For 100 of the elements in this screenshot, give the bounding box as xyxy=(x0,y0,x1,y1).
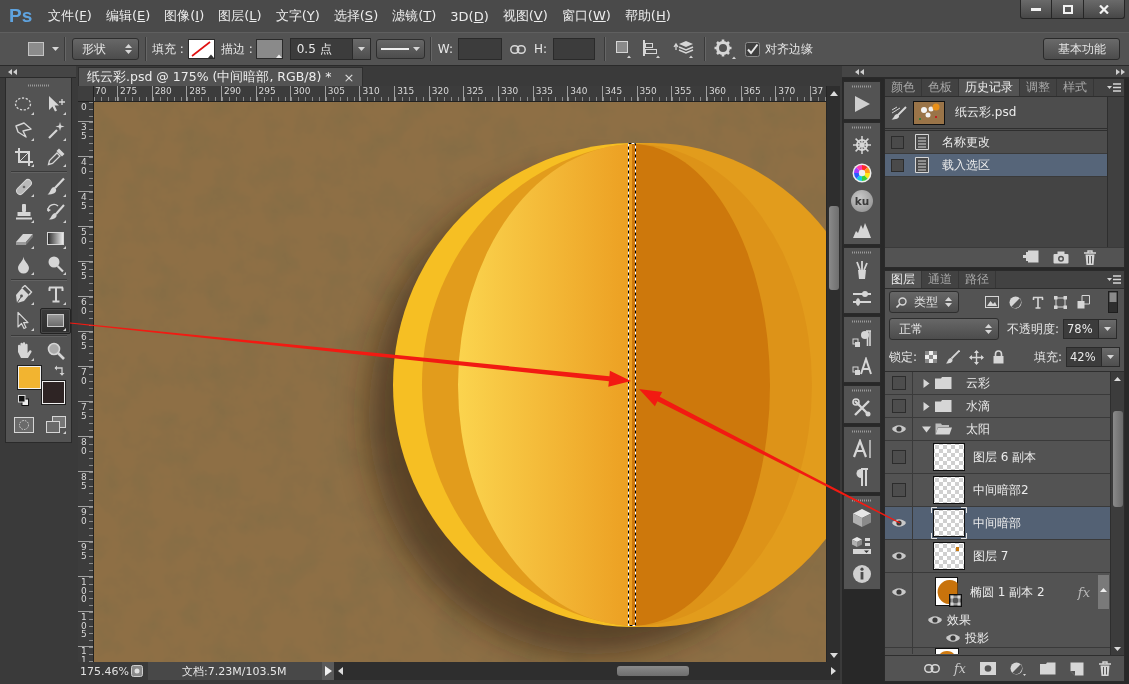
grip-handle[interactable] xyxy=(852,319,872,323)
layer-row[interactable]: 图层 6 副本 xyxy=(885,441,1110,474)
path-arrangement-icon[interactable] xyxy=(672,40,694,58)
layer-thumbnail[interactable] xyxy=(931,474,967,506)
panel-tab[interactable]: 历史记录 xyxy=(959,79,1020,96)
collapse-icon[interactable] xyxy=(8,68,17,75)
add-style-button[interactable]: fx xyxy=(954,659,966,678)
vertical-scrollbar[interactable] xyxy=(826,86,840,662)
panel-tab[interactable]: 路径 xyxy=(959,271,996,288)
expand-icon[interactable] xyxy=(1116,68,1125,75)
foreground-color-swatch[interactable] xyxy=(18,366,41,389)
new-document-icon[interactable] xyxy=(1023,250,1039,265)
play-icon[interactable] xyxy=(852,94,872,114)
menu-item[interactable]: 3D(D) xyxy=(444,8,495,24)
layer-row[interactable]: 水滴 xyxy=(885,395,1110,418)
visibility-toggle[interactable] xyxy=(890,549,907,563)
layer-thumbnail[interactable] xyxy=(935,648,959,654)
horizontal-scrollbar[interactable] xyxy=(334,662,840,680)
camera-icon[interactable] xyxy=(1053,251,1069,264)
grip-handle[interactable] xyxy=(852,498,872,502)
scrollbar-thumb[interactable] xyxy=(617,666,689,676)
background-color-swatch[interactable] xyxy=(42,381,65,404)
grip-handle[interactable] xyxy=(852,429,872,433)
history-state[interactable]: 载入选区 xyxy=(885,154,1107,177)
opacity-field[interactable]: 78% xyxy=(1063,319,1100,339)
history-state[interactable]: 名称更改 xyxy=(885,131,1107,154)
character-styles-icon[interactable] xyxy=(852,357,872,377)
menu-item[interactable]: 图层(L) xyxy=(212,7,268,25)
minimize-button[interactable] xyxy=(1020,0,1052,19)
close-button[interactable] xyxy=(1084,0,1125,19)
dropdown-button[interactable] xyxy=(1102,347,1120,367)
fill-field[interactable]: 42% xyxy=(1066,347,1102,367)
menu-item[interactable]: 图像(I) xyxy=(158,7,211,25)
visibility-toggle[interactable] xyxy=(927,613,943,627)
page-icon[interactable] xyxy=(131,665,143,677)
adjustment-icon[interactable] xyxy=(1009,295,1022,309)
default-colors-icon[interactable] xyxy=(18,395,29,406)
visibility-toggle[interactable] xyxy=(890,399,907,413)
visibility-toggle[interactable] xyxy=(945,631,961,645)
width-field[interactable] xyxy=(457,38,502,60)
scrollbar-thumb[interactable] xyxy=(828,206,839,290)
vertical-scrollbar[interactable] xyxy=(1110,372,1124,655)
panel-tab[interactable]: 通道 xyxy=(922,271,959,288)
fill-swatch[interactable] xyxy=(187,39,215,59)
layer-thumbnail[interactable] xyxy=(931,441,967,473)
vertical-scrollbar[interactable] xyxy=(1107,97,1124,247)
stroke-width-field[interactable]: 0.5 点 xyxy=(289,38,353,60)
link-icon[interactable] xyxy=(924,664,940,673)
height-field[interactable] xyxy=(553,38,595,60)
dropdown-button[interactable] xyxy=(1099,319,1118,339)
layer-row[interactable]: 图层 7 xyxy=(885,540,1110,573)
grip-handle[interactable] xyxy=(28,83,50,87)
adjustment-icon[interactable] xyxy=(1009,661,1026,676)
menu-item[interactable]: 文字(Y) xyxy=(269,7,326,25)
grip-handle[interactable] xyxy=(852,388,872,392)
filter-kind-dropdown[interactable]: 类型 xyxy=(889,291,959,313)
path-operations-icon[interactable] xyxy=(615,40,631,58)
layer-row[interactable]: 椭圆 1 副本 2 fx 效果 投影 xyxy=(885,573,1110,648)
workspace-button[interactable]: 基本功能 xyxy=(1043,38,1120,60)
zoom-level[interactable]: 175.46% xyxy=(78,664,128,678)
cube-icon[interactable] xyxy=(852,508,872,528)
menu-item[interactable]: 帮助(H) xyxy=(618,7,677,25)
scrollbar-thumb[interactable] xyxy=(1112,411,1123,507)
visibility-toggle[interactable] xyxy=(890,585,907,599)
source-checkbox[interactable] xyxy=(891,135,904,149)
tool-button[interactable] xyxy=(40,308,71,334)
document-tab[interactable]: 纸云彩.psd @ 175% (中间暗部, RGB/8) * × xyxy=(78,67,364,86)
checker-icon[interactable] xyxy=(925,351,938,363)
sliders-icon[interactable] xyxy=(852,288,872,308)
panel-menu-icon[interactable] xyxy=(1107,83,1121,92)
panel-tab[interactable]: 图层 xyxy=(885,271,922,288)
mask-icon[interactable] xyxy=(979,662,996,675)
menu-item[interactable]: 滤镜(T) xyxy=(386,7,443,25)
screen-mode-icon[interactable] xyxy=(45,416,66,434)
color-wheel-icon[interactable] xyxy=(852,163,872,183)
filter-toggle[interactable] xyxy=(1108,291,1118,313)
layer-row[interactable]: 云彩 xyxy=(885,372,1110,395)
disclosure-triangle[interactable] xyxy=(922,401,931,411)
trash-icon[interactable] xyxy=(1083,249,1097,266)
menu-item[interactable]: 窗口(W) xyxy=(555,7,617,25)
panel-menu-icon[interactable] xyxy=(1107,275,1121,284)
swap-arrows-icon[interactable] xyxy=(54,365,65,376)
info-icon[interactable] xyxy=(852,564,872,584)
blend-mode-dropdown[interactable]: 正常 xyxy=(889,318,999,340)
maximize-button[interactable] xyxy=(1052,0,1084,19)
type-icon[interactable] xyxy=(1032,295,1044,309)
checkbox[interactable] xyxy=(745,41,760,57)
paragraph-styles-icon[interactable] xyxy=(852,329,872,349)
folder-icon[interactable] xyxy=(1039,662,1056,675)
layer-row[interactable]: 中间暗部 xyxy=(885,507,1110,540)
crossed-tools-icon[interactable] xyxy=(852,398,872,418)
menu-item[interactable]: 文件(F) xyxy=(42,7,98,25)
grip-handle[interactable] xyxy=(852,125,872,129)
status-menu-button[interactable] xyxy=(322,662,334,680)
effects-toggle[interactable] xyxy=(1098,575,1109,609)
visibility-toggle[interactable] xyxy=(890,483,907,497)
quick-mask-icon[interactable] xyxy=(13,417,34,433)
disclosure-triangle[interactable] xyxy=(922,424,931,434)
line-style-dropdown[interactable] xyxy=(375,39,425,59)
source-checkbox[interactable] xyxy=(891,158,904,172)
